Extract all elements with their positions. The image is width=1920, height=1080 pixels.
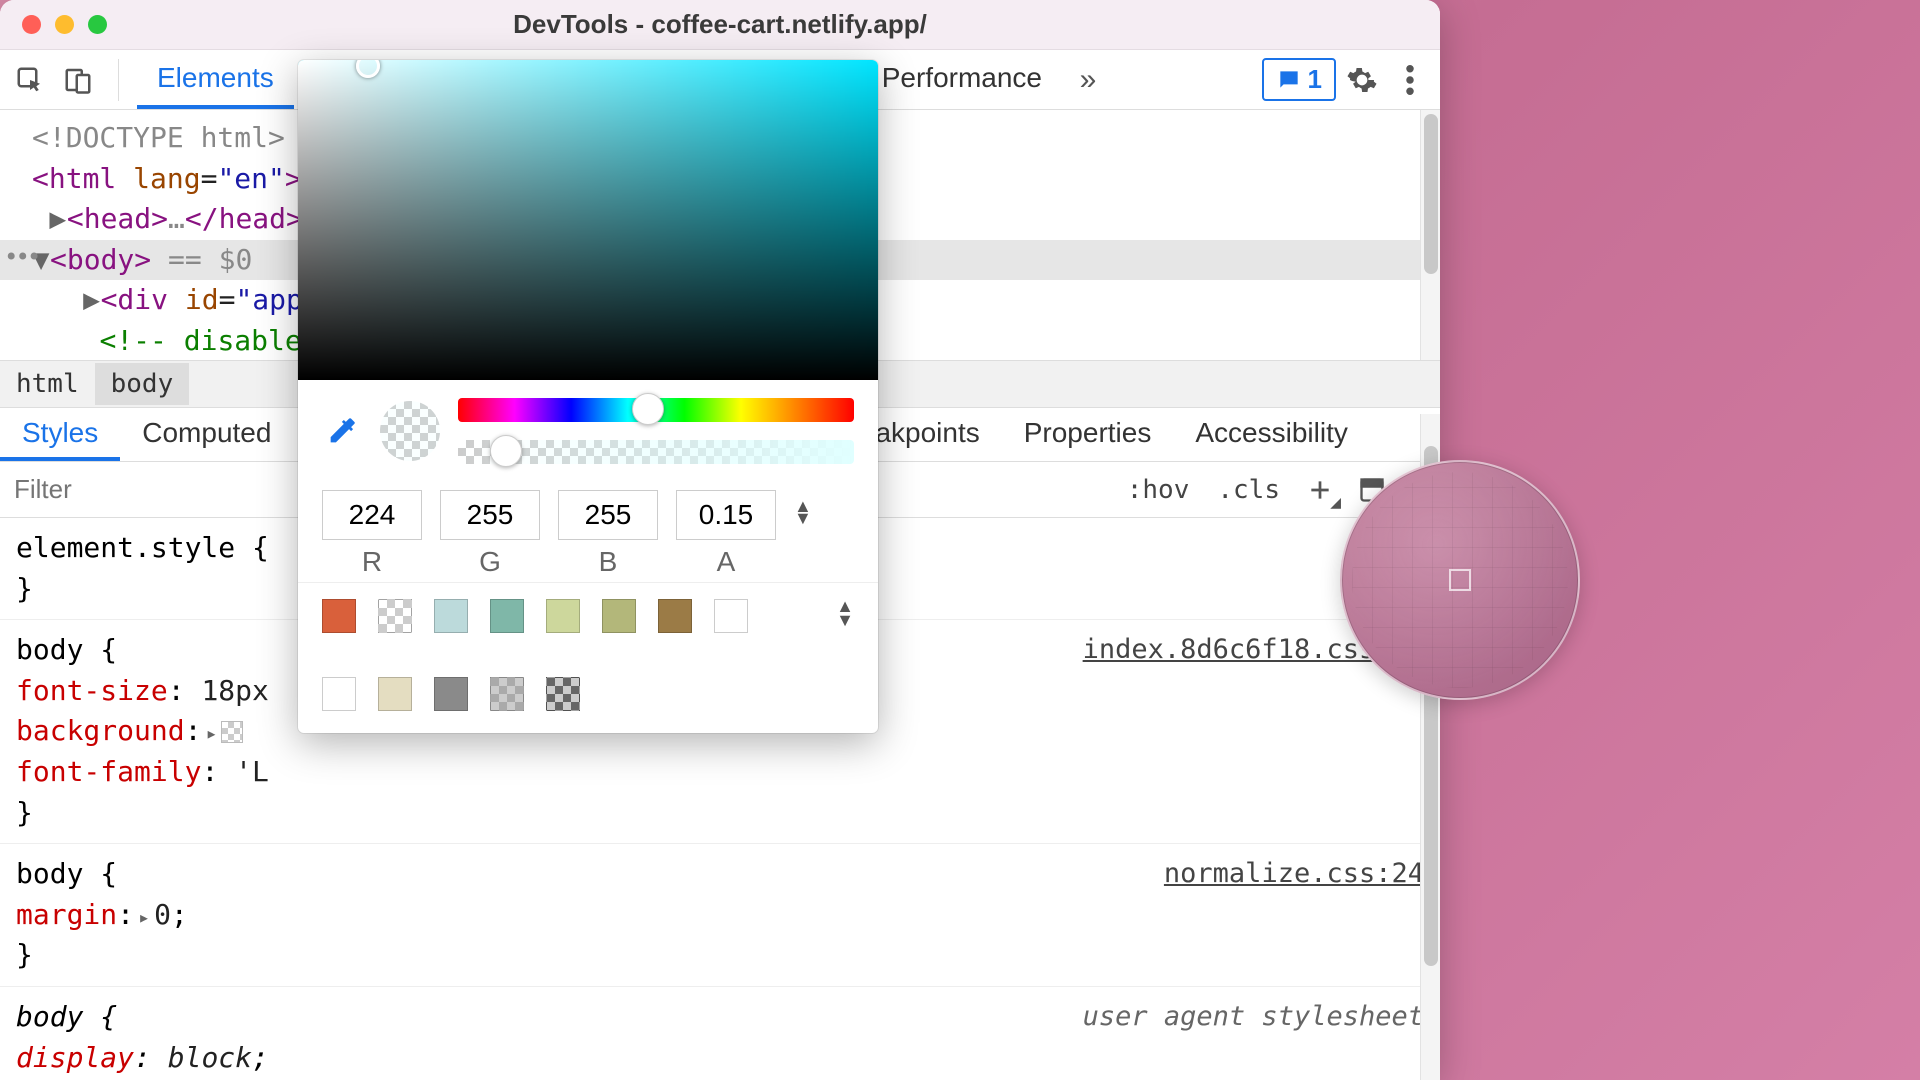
crumb-html[interactable]: html (0, 363, 95, 405)
swatch[interactable] (434, 677, 468, 711)
prop-value[interactable]: 18px (201, 674, 268, 707)
issues-count: 1 (1308, 64, 1322, 95)
dom-doctype: <!DOCTYPE html> (32, 121, 285, 154)
subtab-computed[interactable]: Computed (120, 408, 293, 461)
eyedropper-magnifier[interactable] (1340, 460, 1580, 700)
b-input[interactable] (558, 490, 658, 540)
tab-elements[interactable]: Elements (137, 50, 294, 109)
subtab-accessibility[interactable]: Accessibility (1173, 408, 1369, 461)
swatch[interactable] (490, 677, 524, 711)
titlebar: DevTools - coffee-cart.netlify.app/ (0, 0, 1440, 50)
hue-slider[interactable] (458, 398, 854, 422)
window-controls (0, 15, 107, 34)
scroll-thumb[interactable] (1424, 114, 1438, 274)
swatch[interactable] (602, 599, 636, 633)
minimize-window-button[interactable] (55, 15, 74, 34)
more-options-icon[interactable] (1388, 58, 1432, 102)
swatch[interactable] (322, 677, 356, 711)
device-toolbar-icon[interactable] (56, 58, 100, 102)
swatch[interactable] (658, 599, 692, 633)
format-switcher[interactable]: ▲ ▼ (794, 500, 812, 524)
magnifier-crosshair (1449, 569, 1471, 591)
devtools-window: DevTools - coffee-cart.netlify.app/ Elem… (0, 0, 1440, 1080)
swatch[interactable] (714, 599, 748, 633)
color-picker-popover: R G B A ▲ ▼ (298, 60, 878, 733)
tab-performance[interactable]: Performance (862, 50, 1062, 109)
prop-value[interactable]: 'L (235, 755, 269, 788)
g-input[interactable] (440, 490, 540, 540)
window-title: DevTools - coffee-cart.netlify.app/ (0, 9, 1440, 40)
close-window-button[interactable] (22, 15, 41, 34)
rule-body-ua[interactable]: user agent stylesheet body { display: bl… (0, 987, 1440, 1080)
prop-name[interactable]: background (16, 714, 185, 747)
expand-toggle[interactable]: ▶ (83, 280, 101, 321)
color-swatch[interactable] (221, 721, 243, 743)
swatch[interactable] (434, 599, 468, 633)
source-label: user agent stylesheet (1083, 997, 1424, 1036)
prop-value[interactable]: 0 (154, 898, 171, 931)
r-input[interactable] (322, 490, 422, 540)
color-preview (380, 401, 440, 461)
separator (118, 59, 119, 101)
selector: body (16, 1000, 83, 1033)
swatch-set-switcher[interactable]: ▲ ▼ (836, 599, 854, 627)
prop-name[interactable]: margin (16, 898, 117, 931)
saturation-cursor[interactable] (356, 60, 380, 78)
swatch[interactable] (378, 677, 412, 711)
expand-icon[interactable]: ▸ (201, 721, 221, 745)
hov-toggle[interactable]: :hov (1119, 471, 1198, 509)
a-label: A (717, 546, 736, 578)
more-actions-icon[interactable]: ••• (4, 240, 38, 275)
selector: element.style (16, 531, 235, 564)
chevron-down-icon[interactable]: ▼ (794, 512, 812, 524)
expand-toggle[interactable]: ▶ (49, 199, 67, 240)
settings-icon[interactable] (1340, 58, 1384, 102)
eyedropper-icon[interactable] (322, 411, 362, 451)
crumb-body[interactable]: body (95, 363, 190, 405)
swatch[interactable] (546, 677, 580, 711)
swatch[interactable] (546, 599, 580, 633)
alpha-thumb[interactable] (490, 435, 522, 467)
chevron-down-icon[interactable]: ▼ (836, 613, 854, 627)
swatch[interactable] (490, 599, 524, 633)
panel-tabs-right: Performance (862, 50, 1062, 109)
a-input[interactable] (676, 490, 776, 540)
zoom-window-button[interactable] (88, 15, 107, 34)
inspect-element-icon[interactable] (8, 58, 52, 102)
hue-thumb[interactable] (632, 393, 664, 425)
prop-name: display (16, 1041, 134, 1074)
selector: body (16, 857, 83, 890)
subtab-properties[interactable]: Properties (1002, 408, 1174, 461)
rule-body-normalize[interactable]: normalize.css:24 body { margin:▸0; } (0, 844, 1440, 987)
new-style-rule-button[interactable]: ◢ (1300, 470, 1340, 510)
saturation-field[interactable] (298, 60, 878, 380)
source-link[interactable]: normalize.css:24 (1164, 854, 1424, 893)
selector: body (16, 633, 83, 666)
swatch[interactable] (322, 599, 356, 633)
expand-icon[interactable]: ▸ (134, 905, 154, 929)
subtab-styles[interactable]: Styles (0, 408, 120, 461)
color-swatches: ▲ ▼ (298, 582, 878, 733)
prop-name[interactable]: font-size (16, 674, 168, 707)
r-label: R (362, 546, 382, 578)
b-label: B (599, 546, 618, 578)
cls-toggle[interactable]: .cls (1209, 471, 1288, 509)
more-tabs-icon[interactable]: » (1066, 58, 1110, 102)
g-label: G (479, 546, 501, 578)
prop-name[interactable]: font-family (16, 755, 201, 788)
issues-badge[interactable]: 1 (1262, 58, 1336, 101)
scrollbar-dom[interactable] (1420, 110, 1440, 360)
prop-value: block (168, 1041, 252, 1074)
panel-tabs: Elements (137, 50, 294, 109)
swatch[interactable] (378, 599, 412, 633)
alpha-slider[interactable] (458, 440, 854, 464)
